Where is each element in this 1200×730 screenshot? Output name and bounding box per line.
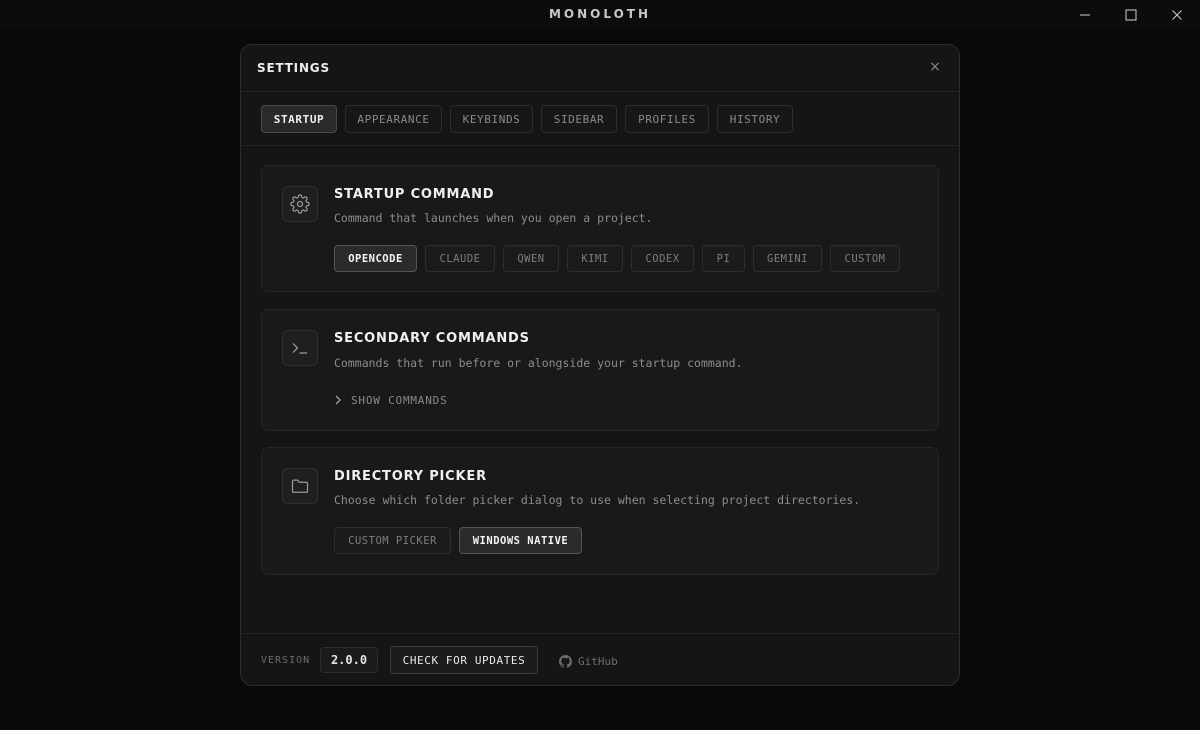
github-label: GitHub	[578, 654, 618, 668]
startup-command-title: STARTUP COMMAND	[334, 187, 495, 202]
show-commands-toggle[interactable]: SHOW COMMANDS	[334, 392, 448, 408]
option-pi[interactable]: PI	[702, 245, 745, 272]
tab-startup[interactable]: STARTUP	[261, 105, 337, 133]
tab-history[interactable]: HISTORY	[717, 105, 793, 133]
tab-profiles[interactable]: PROFILES	[625, 105, 709, 133]
folder-icon	[291, 479, 309, 493]
version-value: 2.0.0	[320, 647, 378, 673]
close-window-button[interactable]	[1154, 0, 1200, 30]
maximize-icon	[1125, 9, 1137, 21]
modal-title: SETTINGS	[257, 61, 330, 75]
option-codex[interactable]: CODEX	[631, 245, 694, 272]
startup-command-description: Command that launches when you open a pr…	[334, 211, 653, 225]
close-icon	[1172, 10, 1182, 20]
minimize-button[interactable]	[1062, 0, 1108, 30]
option-custom-picker[interactable]: CUSTOM PICKER	[334, 527, 451, 554]
chevron-right-icon	[334, 395, 342, 405]
version-label: VERSION	[261, 655, 311, 666]
startup-icon-box	[282, 186, 318, 222]
startup-command-card: STARTUP COMMAND Command that launches wh…	[261, 165, 939, 292]
maximize-button[interactable]	[1108, 0, 1154, 30]
secondary-commands-card: SECONDARY COMMANDS Commands that run bef…	[261, 309, 939, 431]
terminal-icon	[292, 343, 308, 354]
option-gemini[interactable]: GEMINI	[753, 245, 822, 272]
directory-picker-description: Choose which folder picker dialog to use…	[334, 493, 861, 507]
option-opencode[interactable]: OPENCODE	[334, 245, 417, 272]
settings-tabs: STARTUP APPEARANCE KEYBINDS SIDEBAR PROF…	[241, 93, 959, 146]
tab-appearance[interactable]: APPEARANCE	[345, 105, 442, 133]
directory-picker-card: DIRECTORY PICKER Choose which folder pic…	[261, 447, 939, 575]
modal-footer: VERSION 2.0.0 CHECK FOR UPDATES GitHub	[241, 633, 959, 685]
directory-icon-box	[282, 468, 318, 504]
show-commands-label: SHOW COMMANDS	[351, 393, 448, 407]
secondary-commands-title: SECONDARY COMMANDS	[334, 331, 530, 346]
option-kimi[interactable]: KIMI	[567, 245, 623, 272]
app-title: MONOLOTH	[548, 7, 652, 21]
check-for-updates-button[interactable]: CHECK FOR UPDATES	[390, 646, 538, 674]
option-windows-native[interactable]: WINDOWS NATIVE	[459, 527, 582, 554]
option-qwen[interactable]: QWEN	[503, 245, 559, 272]
secondary-icon-box	[282, 330, 318, 366]
github-icon	[559, 654, 572, 668]
window-titlebar: MONOLOTH	[0, 0, 1200, 30]
option-custom[interactable]: CUSTOM	[830, 245, 900, 272]
secondary-commands-description: Commands that run before or alongside yo…	[334, 356, 743, 370]
directory-picker-title: DIRECTORY PICKER	[334, 469, 487, 484]
modal-header: SETTINGS ×	[241, 45, 959, 92]
minimize-icon	[1080, 14, 1090, 16]
gear-icon	[290, 194, 310, 214]
tab-sidebar[interactable]: SIDEBAR	[541, 105, 617, 133]
github-link[interactable]: GitHub	[559, 653, 618, 669]
option-claude[interactable]: CLAUDE	[425, 245, 495, 272]
modal-close-button[interactable]: ×	[927, 59, 943, 75]
tab-keybinds[interactable]: KEYBINDS	[450, 105, 533, 133]
settings-modal: SETTINGS × STARTUP APPEARANCE KEYBINDS S…	[240, 44, 960, 686]
